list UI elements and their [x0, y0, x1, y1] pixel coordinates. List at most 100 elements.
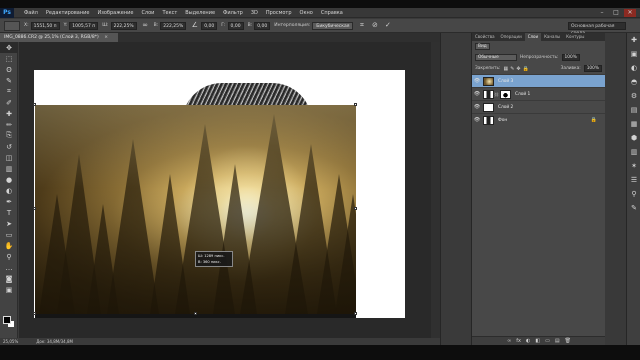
eraser-tool-icon[interactable]: ◫ — [0, 152, 18, 163]
menu-layer[interactable]: Слои — [137, 10, 158, 16]
close-button[interactable]: ✕ — [624, 8, 636, 17]
transform-handle-top-left[interactable] — [33, 103, 36, 106]
adjustment-layer-icon[interactable]: ◧ — [535, 337, 540, 345]
panel-shortcut-icon[interactable]: ✶ — [627, 159, 640, 173]
menu-window[interactable]: Окно — [296, 10, 317, 16]
angle-input[interactable]: 0,00 — [201, 21, 218, 30]
panel-shortcut-icon[interactable]: ▣ — [627, 47, 640, 61]
width-input[interactable]: 222,25% — [110, 21, 137, 30]
clone-tool-icon[interactable]: ⎘ — [0, 130, 18, 141]
tool-preset-picker[interactable] — [4, 20, 20, 31]
menu-3d[interactable]: 3D — [247, 10, 262, 16]
panel-shortcut-icon[interactable]: ⬢ — [627, 131, 640, 145]
link-layers-icon[interactable]: ∞ — [507, 337, 511, 345]
panel-shortcut-icon[interactable]: ⚲ — [627, 187, 640, 201]
trash-icon[interactable]: 🗑 — [565, 337, 571, 345]
foreground-color-swatch[interactable] — [3, 316, 11, 324]
menu-select[interactable]: Выделение — [181, 10, 219, 16]
screen-mode-tool-icon[interactable]: ▣ — [0, 284, 18, 295]
hand-tool-icon[interactable]: ✋ — [0, 240, 18, 251]
transform-handle-top-right[interactable] — [354, 103, 357, 106]
menu-help[interactable]: Справка — [317, 10, 347, 16]
tab-close-icon[interactable]: × — [104, 35, 108, 40]
new-layer-icon[interactable]: ▤ — [555, 337, 560, 345]
add-mask-icon[interactable]: ◐ — [526, 337, 530, 345]
type-tool-icon[interactable]: T — [0, 207, 18, 218]
history-brush-tool-icon[interactable]: ↺ — [0, 141, 18, 152]
blend-mode-select[interactable]: Обычные — [475, 54, 517, 61]
height-input[interactable]: 222,25% — [160, 21, 187, 30]
eyedropper-tool-icon[interactable]: ✐ — [0, 97, 18, 108]
commit-transform-icon[interactable]: ✓ — [383, 21, 392, 30]
fx-icon[interactable]: fx — [516, 337, 521, 345]
canvas-area[interactable]: Ш: 1289 пикс. В: 360 пикс. — [19, 42, 440, 338]
panel-shortcut-icon[interactable]: ☰ — [627, 173, 640, 187]
mask-link-icon[interactable]: ⛓ — [494, 92, 499, 97]
layer-filter-select[interactable]: Вид — [475, 43, 490, 50]
link-icon[interactable]: ∞ — [141, 21, 150, 30]
y-input[interactable]: 1005,57 п — [69, 21, 99, 30]
quick-select-tool-icon[interactable]: ✎ — [0, 75, 18, 86]
canvas-vertical-scrollbar[interactable] — [431, 42, 440, 338]
forest-photo-layer[interactable] — [35, 105, 356, 314]
workspace-select[interactable]: Основная рабочая среда — [568, 22, 626, 36]
menu-type[interactable]: Текст — [158, 10, 181, 16]
visibility-eye-icon[interactable]: 👁 — [472, 104, 482, 110]
x-input[interactable]: 1551,50 п — [30, 21, 60, 30]
minimize-button[interactable]: – — [596, 9, 608, 17]
tab-channels[interactable]: Каналы — [541, 33, 563, 41]
transform-handle-mid-right[interactable] — [354, 207, 357, 210]
gradient-tool-icon[interactable]: ▥ — [0, 163, 18, 174]
layer-thumbnail[interactable] — [483, 115, 494, 125]
new-group-icon[interactable]: ▭ — [545, 337, 550, 345]
path-select-tool-icon[interactable]: ➤ — [0, 218, 18, 229]
menu-filter[interactable]: Фильтр — [219, 10, 247, 16]
menu-edit[interactable]: Редактирование — [42, 10, 94, 16]
transform-handle-mid-left[interactable] — [33, 207, 36, 210]
blur-tool-icon[interactable]: ● — [0, 174, 18, 185]
visibility-eye-icon[interactable]: 👁 — [472, 78, 482, 84]
layer-mask-thumbnail[interactable] — [500, 89, 511, 99]
zoom-level[interactable]: 25,05% — [3, 338, 18, 345]
layer-row[interactable]: 👁 Слой 2 — [472, 100, 605, 113]
lasso-tool-icon[interactable]: ʘ — [0, 64, 18, 75]
panel-shortcut-icon[interactable]: ▥ — [627, 145, 640, 159]
lock-transparency-icon[interactable]: ▦ — [503, 66, 508, 72]
lock-pixels-icon[interactable]: ✎ — [510, 66, 514, 72]
transform-handle-bottom-left[interactable] — [33, 312, 36, 315]
lock-all-icon[interactable]: 🔒 — [523, 66, 529, 72]
layer-thumbnail[interactable] — [483, 102, 494, 112]
tab-actions[interactable]: Операции — [498, 33, 525, 41]
tab-layers[interactable]: Слои — [524, 33, 542, 41]
transform-handle-bottom-mid[interactable] — [194, 312, 197, 315]
menu-view[interactable]: Просмотр — [262, 10, 296, 16]
panel-shortcut-icon[interactable]: ◓ — [627, 75, 640, 89]
crop-tool-icon[interactable]: ⌗ — [0, 86, 18, 97]
fill-input[interactable]: 100% — [583, 65, 602, 72]
healing-tool-icon[interactable]: ✚ — [0, 108, 18, 119]
zoom-tool-icon[interactable]: ⚲ — [0, 251, 18, 262]
visibility-eye-icon[interactable]: 👁 — [472, 91, 482, 97]
dodge-tool-icon[interactable]: ◐ — [0, 185, 18, 196]
marquee-tool-icon[interactable]: ⬚ — [0, 53, 18, 64]
panel-shortcut-icon[interactable]: ◐ — [627, 61, 640, 75]
cancel-transform-icon[interactable]: ⊘ — [370, 21, 379, 30]
tab-properties[interactable]: Свойства — [472, 33, 498, 41]
layer-row[interactable]: 👁 ⛓ Слой 1 — [472, 87, 605, 100]
move-tool-icon[interactable]: ✥ — [0, 42, 18, 53]
panel-shortcut-icon[interactable]: ⚙ — [627, 89, 640, 103]
lock-position-icon[interactable]: ✥ — [516, 66, 520, 72]
opacity-input[interactable]: 100% — [561, 54, 580, 61]
warp-mode-icon[interactable]: ⌗ — [357, 21, 366, 30]
hskew-input[interactable]: 0,00 — [227, 21, 244, 30]
layer-thumbnail[interactable] — [483, 76, 494, 86]
panel-shortcut-icon[interactable]: ▤ — [627, 103, 640, 117]
quickmask-tool-icon[interactable]: ◙ — [0, 273, 18, 284]
panel-shortcut-icon[interactable]: ✎ — [627, 201, 640, 215]
visibility-eye-icon[interactable]: 👁 — [472, 117, 482, 123]
panel-shortcut-icon[interactable]: ▦ — [627, 117, 640, 131]
document-tab[interactable]: IMG_0886.CR2 @ 25,1% (Слой 3, RGB/8*) × — [0, 33, 118, 42]
vskew-input[interactable]: 0,00 — [254, 21, 271, 30]
menu-file[interactable]: Файл — [20, 10, 42, 16]
extra-tool-icon[interactable]: … — [0, 262, 18, 273]
